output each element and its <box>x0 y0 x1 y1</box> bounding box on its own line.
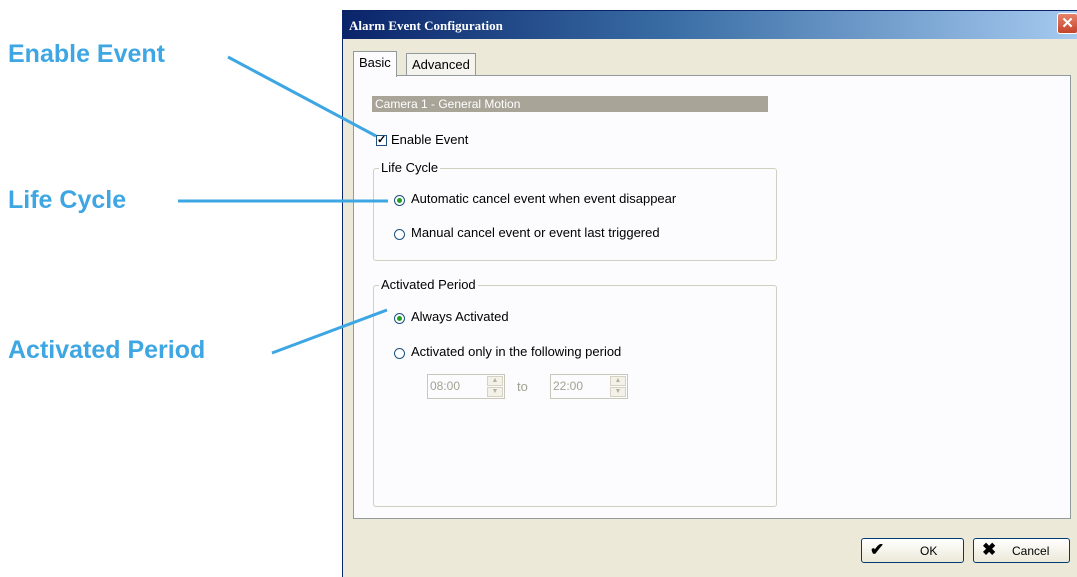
to-label: to <box>517 379 528 394</box>
always-activated-radio[interactable] <box>394 313 405 324</box>
ok-button-label: OK <box>920 544 938 558</box>
activated-period-group: Activated Period Always Activated Activa… <box>373 277 777 507</box>
auto-cancel-label[interactable]: Automatic cancel event when event disapp… <box>411 191 676 206</box>
period-activated-label[interactable]: Activated only in the following period <box>411 344 621 359</box>
life-cycle-legend: Life Cycle <box>379 160 441 175</box>
checkmark-icon: ✔ <box>870 540 885 559</box>
tab-advanced[interactable]: Advanced <box>406 53 476 76</box>
manual-cancel-radio[interactable] <box>394 229 405 240</box>
title-bar[interactable]: Alarm Event Configuration ✕ <box>343 11 1077 39</box>
camera-section-header: Camera 1 - General Motion <box>372 96 768 112</box>
manual-cancel-label[interactable]: Manual cancel event or event last trigge… <box>411 225 660 240</box>
period-activated-radio[interactable] <box>394 348 405 359</box>
end-time-spinner[interactable]: 22:00 ▲ ▼ <box>550 374 628 399</box>
tab-basic-label: Basic <box>359 55 391 70</box>
alarm-event-dialog: Alarm Event Configuration ✕ Basic Advanc… <box>342 10 1077 577</box>
dialog-title: Alarm Event Configuration <box>349 18 503 33</box>
enable-event-label: Enable Event <box>391 132 469 147</box>
close-icon[interactable]: ✕ <box>1057 13 1077 34</box>
basic-tab-panel: Camera 1 - General Motion ✓ Enable Event… <box>353 75 1071 519</box>
ok-button[interactable]: ✔ OK <box>861 538 964 563</box>
enable-event-checkbox[interactable]: ✓ <box>376 135 387 146</box>
spin-down-icon[interactable]: ▼ <box>610 387 626 397</box>
spin-up-icon[interactable]: ▲ <box>610 376 626 386</box>
spin-up-icon[interactable]: ▲ <box>487 376 503 386</box>
cancel-button[interactable]: ✖ Cancel <box>973 538 1070 563</box>
tab-advanced-label: Advanced <box>412 57 470 72</box>
auto-cancel-radio[interactable] <box>394 195 405 206</box>
tab-basic[interactable]: Basic <box>353 51 397 77</box>
start-time-spinner[interactable]: 08:00 ▲ ▼ <box>427 374 505 399</box>
spin-down-icon[interactable]: ▼ <box>487 387 503 397</box>
cancel-button-label: Cancel <box>1012 544 1050 558</box>
x-icon: ✖ <box>982 540 997 559</box>
always-activated-label[interactable]: Always Activated <box>411 309 509 324</box>
activated-period-legend: Activated Period <box>379 277 478 292</box>
end-time-value[interactable]: 22:00 <box>553 379 583 393</box>
life-cycle-group: Life Cycle Automatic cancel event when e… <box>373 160 777 261</box>
callout-activated-period: Activated Period <box>8 336 206 364</box>
callout-life-cycle: Life Cycle <box>8 186 127 214</box>
callout-enable-event: Enable Event <box>8 40 165 68</box>
start-time-value[interactable]: 08:00 <box>430 379 460 393</box>
